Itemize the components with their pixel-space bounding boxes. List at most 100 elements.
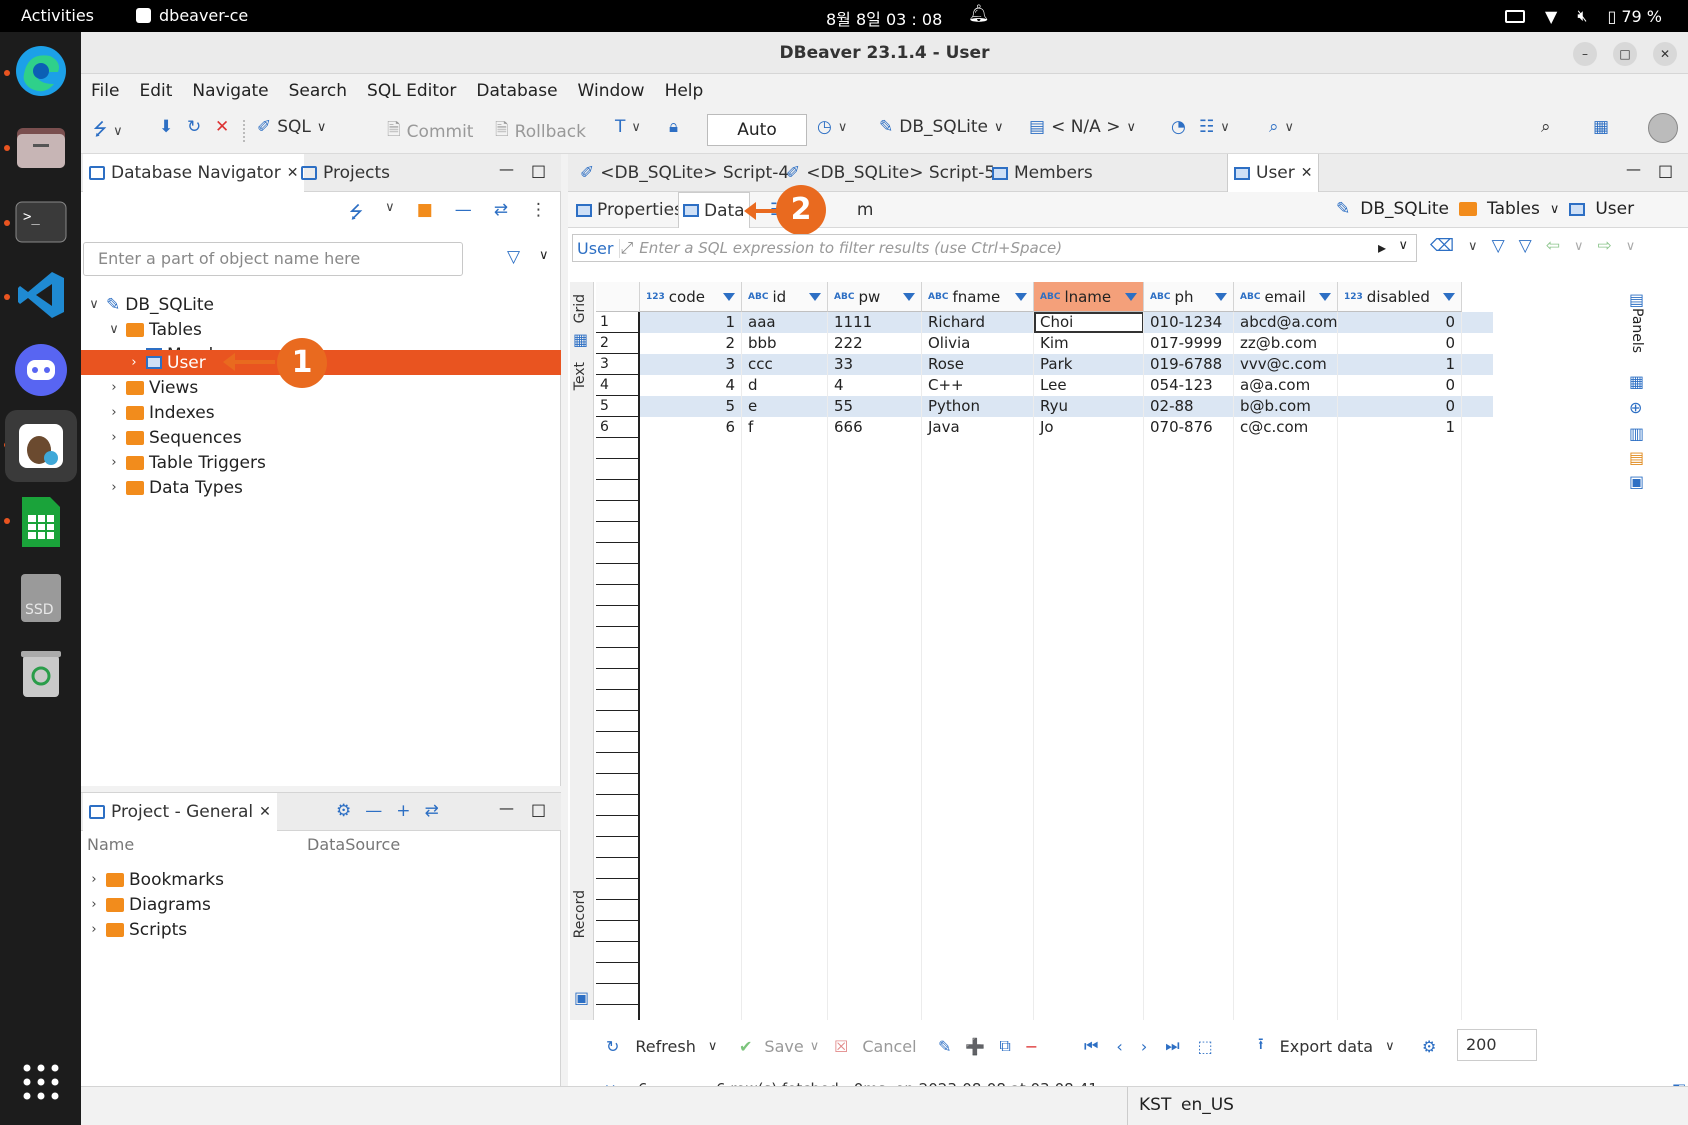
ssd-drive-icon[interactable]: SSD	[11, 568, 71, 628]
grid-icon[interactable]: ▦	[573, 330, 588, 349]
row-number[interactable]: 2	[596, 333, 640, 354]
gear-icon[interactable]: ⚙	[1422, 1026, 1436, 1066]
tree-item-data-types[interactable]: › Data Types	[107, 475, 243, 500]
row-number[interactable]	[596, 438, 640, 459]
chevron-right-icon[interactable]: ›	[107, 380, 121, 395]
auto-commit-mode[interactable]: Auto	[707, 114, 807, 146]
row-number[interactable]: 3	[596, 354, 640, 375]
activities-button[interactable]: Activities	[21, 6, 94, 25]
tab-database-navigator[interactable]: Database Navigator ✕	[83, 154, 305, 192]
menu-edit[interactable]: Edit	[139, 81, 172, 101]
chevron-right-icon[interactable]: ›	[127, 355, 141, 370]
calculator-icon[interactable]: ⊕	[1629, 398, 1642, 417]
table-row[interactable]: 5 e 55 Python Ryu 02-88 b@b.com 0	[640, 396, 1493, 417]
row-number[interactable]	[596, 690, 640, 711]
last-page-icon[interactable]: ⏭	[1165, 1036, 1179, 1056]
cell-fname[interactable]: Rose	[922, 354, 1034, 375]
project-item-diagrams[interactable]: › Diagrams	[87, 892, 210, 917]
transaction-mode-button[interactable]: T ∨	[615, 117, 641, 137]
chevron-down-icon[interactable]: ∨	[539, 248, 549, 263]
minimize-panel-icon[interactable]: —	[499, 799, 514, 817]
view-menu-icon[interactable]: ⋮	[530, 200, 547, 229]
row-number[interactable]	[596, 774, 640, 795]
row-number[interactable]	[596, 816, 640, 837]
row-number[interactable]	[596, 921, 640, 942]
tree-item-views[interactable]: › Views	[107, 375, 198, 400]
tab-project-general[interactable]: Project - General ✕	[83, 793, 277, 831]
menu-sql-editor[interactable]: SQL Editor	[367, 81, 456, 101]
cell-code[interactable]: 1	[640, 312, 742, 333]
tab-projects[interactable]: Projects	[295, 154, 396, 192]
chevron-down-icon[interactable]: ∨	[1574, 239, 1584, 254]
row-number[interactable]	[596, 501, 640, 522]
collapse-icon[interactable]: —	[365, 801, 382, 821]
menu-window[interactable]: Window	[578, 81, 645, 101]
column-filter-icon[interactable]	[809, 293, 821, 301]
chevron-down-icon[interactable]: ∨	[1550, 202, 1560, 217]
expand-filter-icon[interactable]: ⤢	[620, 238, 633, 258]
cell-email[interactable]: c@c.com	[1234, 417, 1338, 438]
dashboard-button[interactable]: ◔	[1171, 117, 1186, 137]
maximize-panel-icon[interactable]: □	[531, 800, 546, 819]
row-number[interactable]	[596, 963, 640, 984]
close-icon[interactable]: ✕	[1301, 165, 1313, 181]
column-filter-icon[interactable]	[1215, 293, 1227, 301]
cancel-button[interactable]: ☒ Cancel	[834, 1026, 917, 1066]
delete-row-icon[interactable]: −	[1025, 1037, 1038, 1056]
history-button[interactable]: ◷ ∨	[817, 117, 847, 137]
project-item-scripts[interactable]: › Scripts	[87, 917, 187, 942]
cell-code[interactable]: 5	[640, 396, 742, 417]
files-icon[interactable]	[11, 117, 71, 177]
text-view-toggle[interactable]: Text	[572, 362, 588, 390]
column-header-fname[interactable]: ABC fname	[922, 282, 1034, 312]
grid-view-toggle[interactable]: Grid	[572, 294, 588, 323]
tab-script-5[interactable]: ✐ <DB_SQLite> Script-5	[780, 154, 1001, 192]
libreoffice-calc-icon[interactable]	[11, 492, 71, 552]
tab-members[interactable]: Members	[986, 154, 1099, 192]
chevron-down-icon[interactable]: ∨	[1626, 239, 1636, 254]
eraser-icon[interactable]: ⌫	[1430, 236, 1454, 256]
link-with-editor-icon[interactable]: ⇄	[494, 200, 508, 229]
dbeaver-icon[interactable]	[5, 410, 77, 482]
cell-disabled[interactable]: 0	[1338, 375, 1462, 396]
active-schema-selector[interactable]: ▤ < N/A > ∨	[1029, 117, 1136, 137]
cell-ph[interactable]: 02-88	[1144, 396, 1234, 417]
chevron-down-icon[interactable]: ∨	[810, 1039, 820, 1054]
filter-history-icon[interactable]: ∨	[1398, 238, 1408, 253]
column-header-name[interactable]: Name	[87, 835, 134, 854]
terminal-icon[interactable]: >_	[11, 192, 71, 252]
next-page-icon[interactable]: ›	[1141, 1037, 1147, 1056]
tree-item-user[interactable]: › User	[127, 350, 205, 375]
chevron-down-icon[interactable]: ∨	[708, 1039, 718, 1054]
cell-email[interactable]: zz@b.com	[1234, 333, 1338, 354]
chevron-down-icon[interactable]: ∨	[1468, 239, 1478, 254]
column-header-lname[interactable]: ABC lname	[1034, 282, 1144, 312]
row-number[interactable]: 4	[596, 375, 640, 396]
row-number[interactable]	[596, 942, 640, 963]
sql-editor-button[interactable]: ✐ SQL ∨	[257, 117, 326, 137]
subtab-data[interactable]: Data	[678, 192, 750, 228]
filter-icon[interactable]: ▽	[507, 247, 520, 267]
filter-expression-input[interactable]: Enter a SQL expression to filter results…	[633, 239, 1062, 257]
cell-id[interactable]: aaa	[742, 312, 828, 333]
cell-disabled[interactable]: 0	[1338, 312, 1462, 333]
cell-ph[interactable]: 017-9999	[1144, 333, 1234, 354]
show-apps-grid-icon[interactable]	[11, 1052, 71, 1112]
maximize-editor-icon[interactable]: □	[1658, 161, 1673, 180]
row-number[interactable]	[596, 564, 640, 585]
invalidate-reconnect-button[interactable]: ↻	[187, 117, 201, 137]
row-number[interactable]	[596, 711, 640, 732]
cell-ph[interactable]: 019-6788	[1144, 354, 1234, 375]
cell-lname[interactable]: Choi	[1034, 312, 1144, 333]
export-data-button[interactable]: ⭱ Export data ∨	[1258, 1026, 1395, 1066]
record-view-toggle[interactable]: Record	[572, 890, 588, 938]
minimize-panel-icon[interactable]: —	[499, 160, 514, 178]
tree-item-table-triggers[interactable]: › Table Triggers	[107, 450, 265, 475]
maximize-button[interactable]: □	[1613, 42, 1637, 66]
cell-pw[interactable]: 666	[828, 417, 922, 438]
cell-pw[interactable]: 222	[828, 333, 922, 354]
table-row[interactable]: 4 d 4 C++ Lee 054-123 a@a.com 0	[640, 375, 1493, 396]
cell-disabled[interactable]: 0	[1338, 333, 1462, 354]
column-header-code[interactable]: 123 code	[640, 282, 742, 312]
row-number[interactable]	[596, 795, 640, 816]
